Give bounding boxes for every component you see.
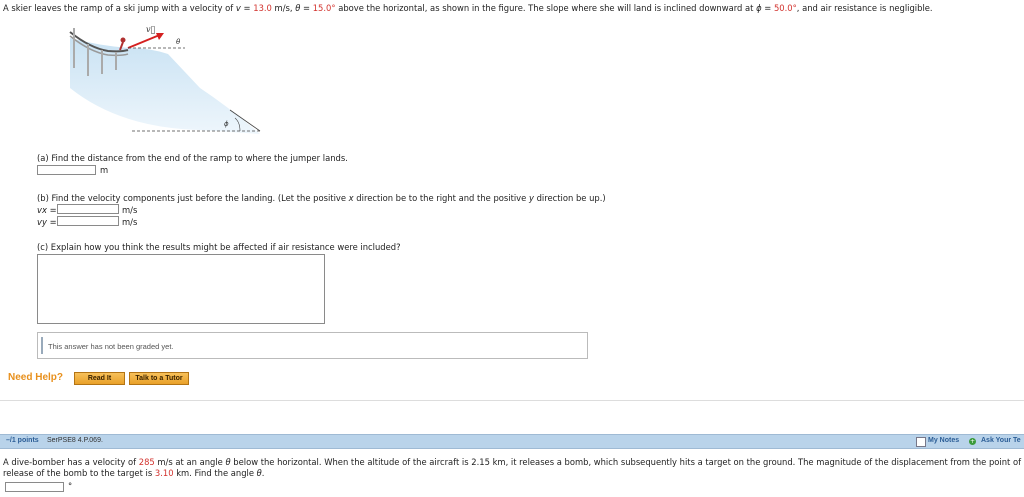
need-help-label: Need Help? bbox=[8, 372, 64, 383]
vx-input[interactable] bbox=[57, 204, 119, 214]
svg-text:v⃗: v⃗ bbox=[146, 25, 156, 34]
talk-to-tutor-button[interactable]: Talk to a Tutor bbox=[129, 372, 189, 385]
ski-jump-figure: v⃗ θ ϕ bbox=[69, 25, 261, 134]
question-intro: A skier leaves the ramp of a ski jump wi… bbox=[3, 3, 933, 13]
skier bbox=[120, 37, 126, 43]
vy-label: vy = bbox=[37, 217, 57, 227]
explanation-textarea[interactable] bbox=[37, 254, 325, 324]
vy-unit: m/s bbox=[122, 217, 138, 227]
grading-status-box: This answer has not been graded yet. bbox=[37, 332, 588, 359]
vx-label: vx = bbox=[37, 205, 57, 215]
points-label: –/1 points bbox=[6, 437, 39, 444]
divider bbox=[0, 400, 1024, 401]
plus-icon[interactable]: + bbox=[969, 438, 976, 445]
question-header-bar: –/1 points SerPSE8 4.P.069. My Notes + A… bbox=[0, 434, 1024, 449]
my-notes-link[interactable]: My Notes bbox=[928, 437, 959, 444]
question-2-line-1: A dive-bomber has a velocity of 285 m/s … bbox=[3, 457, 1022, 467]
part-c-question: (c) Explain how you think the results mi… bbox=[37, 242, 401, 252]
distance-input[interactable] bbox=[37, 165, 96, 175]
part-b-question: (b) Find the velocity components just be… bbox=[37, 193, 606, 203]
ask-teacher-link[interactable]: Ask Your Te bbox=[981, 437, 1021, 444]
velocity-arrow bbox=[127, 33, 163, 49]
part-a-question: (a) Find the distance from the end of th… bbox=[37, 153, 348, 163]
vy-input[interactable] bbox=[57, 216, 119, 226]
question-2-line-2: release of the bomb to the target is 3.1… bbox=[3, 468, 265, 478]
distance-unit: m bbox=[100, 165, 109, 175]
notes-checkbox-icon[interactable] bbox=[916, 437, 926, 447]
read-it-button[interactable]: Read It bbox=[74, 372, 125, 385]
svg-text:θ: θ bbox=[176, 38, 181, 46]
svg-text:ϕ: ϕ bbox=[224, 120, 229, 128]
grading-status-text: This answer has not been graded yet. bbox=[48, 342, 174, 351]
degree-unit: ° bbox=[68, 481, 73, 491]
vx-unit: m/s bbox=[122, 205, 138, 215]
question-code: SerPSE8 4.P.069. bbox=[47, 437, 103, 444]
angle-input[interactable] bbox=[5, 482, 64, 492]
